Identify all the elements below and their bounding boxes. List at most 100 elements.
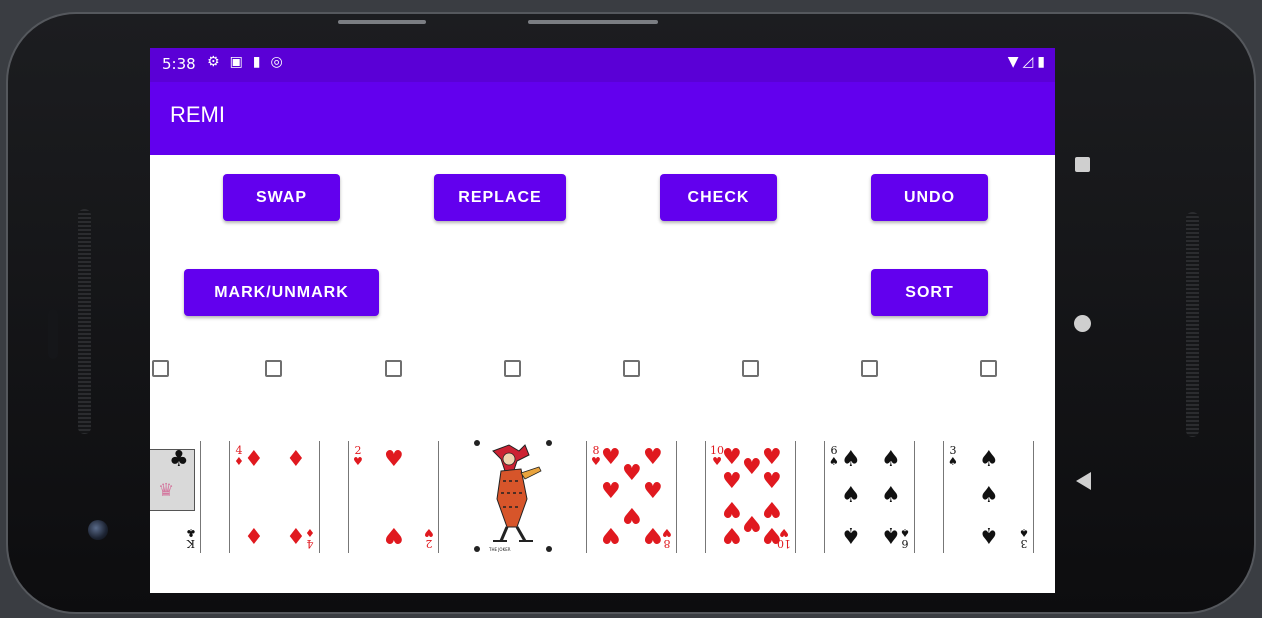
battery-icon: ▮ bbox=[1037, 54, 1045, 70]
left-speaker-grille bbox=[78, 209, 91, 434]
card-8-of-hearts[interactable]: 8 ♥ ♥ ♥ ♥ ♥ ♥ ♥ ♥ ♥ 8 ♥ bbox=[586, 441, 677, 553]
card-pip: ♥ bbox=[762, 496, 782, 521]
card-corner: 3 ♠ bbox=[948, 445, 958, 467]
card-pip: ♥ bbox=[622, 461, 642, 486]
card-pip: ♥ bbox=[762, 469, 782, 494]
card-4-of-diamonds[interactable]: 4 ♦ ♦ ♦ ♦ ♦ 4 ♦ bbox=[229, 441, 320, 553]
card-corner: K ♣ bbox=[186, 526, 196, 550]
card-suit: ♠ bbox=[829, 455, 839, 468]
card-suit: ♥ bbox=[353, 455, 363, 468]
card-3-of-spades[interactable]: 3 ♠ ♠ ♠ ♠ 3 ♠ bbox=[943, 441, 1034, 553]
card-pip: ♥ bbox=[384, 522, 404, 547]
card-suit: ♥ bbox=[662, 526, 672, 539]
signal-icon: ◿ bbox=[1022, 54, 1034, 70]
card-pip: ♥ bbox=[601, 479, 621, 504]
card-rank: 4 bbox=[306, 537, 314, 550]
card-corner: 6 ♠ bbox=[829, 445, 839, 467]
card-rank: 6 bbox=[901, 537, 909, 550]
card-pip: ♥ bbox=[762, 445, 782, 470]
card-pip: ♥ bbox=[742, 510, 762, 535]
crown-icon: ♛ bbox=[158, 480, 175, 501]
card-joker[interactable]: THE JOKER bbox=[467, 440, 558, 553]
card-checkbox-4[interactable] bbox=[504, 360, 521, 377]
card-pip: ♦ bbox=[244, 522, 264, 547]
undo-button[interactable]: UNDO bbox=[871, 174, 988, 221]
card-corner: 6 ♠ bbox=[900, 526, 910, 550]
sensor-slot bbox=[48, 309, 58, 359]
card-checkbox-6[interactable] bbox=[742, 360, 759, 377]
sync-icon: ◎ bbox=[270, 54, 283, 70]
card-corner: 2 ♥ bbox=[424, 526, 434, 550]
card-2-of-hearts[interactable]: 2 ♥ ♥ ♥ 2 ♥ bbox=[348, 441, 439, 553]
card-rank: 2 bbox=[425, 537, 433, 550]
power-button bbox=[528, 20, 658, 24]
check-button[interactable]: CHECK bbox=[660, 174, 777, 221]
card-corner: 8 ♥ bbox=[662, 526, 672, 550]
card-suit: ♦ bbox=[305, 526, 315, 539]
joker-caption: THE JOKER bbox=[489, 547, 511, 552]
home-circle-icon[interactable] bbox=[1074, 315, 1091, 332]
card-pip: ♥ bbox=[722, 445, 742, 470]
card-corner: 2 ♥ bbox=[353, 445, 363, 467]
card-rank: 10 bbox=[777, 537, 791, 550]
right-speaker-grille bbox=[1186, 212, 1199, 437]
status-time: 5:38 bbox=[162, 55, 196, 73]
front-camera bbox=[88, 520, 108, 540]
card-suit: ♠ bbox=[1019, 526, 1029, 539]
sd-card-icon: ▮ bbox=[252, 54, 261, 70]
card-suit: ♦ bbox=[234, 455, 244, 468]
card-checkbox-5[interactable] bbox=[623, 360, 640, 377]
card-6-of-spades[interactable]: 6 ♠ ♠ ♠ ♠ ♠ ♠ ♠ 6 ♠ bbox=[824, 441, 915, 553]
card-pip: ♥ bbox=[722, 496, 742, 521]
card-pip: ♠ bbox=[881, 522, 901, 547]
card-pip: ♦ bbox=[286, 522, 306, 547]
card-pip: ♦ bbox=[286, 447, 306, 472]
card-pip: ♠ bbox=[979, 522, 999, 547]
card-rank: 8 bbox=[663, 537, 671, 550]
card-suit: ♣ bbox=[186, 526, 196, 539]
card-pip: ♠ bbox=[881, 447, 901, 472]
sort-button[interactable]: SORT bbox=[871, 269, 988, 316]
card-suit: ♥ bbox=[424, 526, 434, 539]
photo-icon: ▣ bbox=[229, 54, 243, 70]
card-pip: ♥ bbox=[722, 522, 742, 547]
card-pip: ♥ bbox=[601, 445, 621, 470]
replace-button[interactable]: REPLACE bbox=[434, 174, 566, 221]
card-king-of-clubs[interactable]: ♛ ♣ K ♣ bbox=[150, 441, 201, 553]
status-bar: 5:38 ⚙ ▣ ▮ ◎ ▼ ◿ ▮ bbox=[150, 48, 1055, 82]
card-rank: 3 bbox=[1020, 537, 1028, 550]
card-checkbox-8[interactable] bbox=[980, 360, 997, 377]
card-pip: ♠ bbox=[979, 483, 999, 508]
card-suit: ♠ bbox=[900, 526, 910, 539]
gear-icon: ⚙ bbox=[207, 54, 220, 70]
wifi-icon: ▼ bbox=[1007, 54, 1019, 70]
card-pip: ♥ bbox=[742, 455, 762, 480]
card-suit: ♠ bbox=[948, 455, 958, 468]
card-checkbox-2[interactable] bbox=[265, 360, 282, 377]
card-checkbox-7[interactable] bbox=[861, 360, 878, 377]
card-pip: ♠ bbox=[881, 483, 901, 508]
card-pip: ♥ bbox=[601, 522, 621, 547]
card-corner: 8 ♥ bbox=[591, 445, 601, 467]
card-rank: K bbox=[186, 537, 196, 550]
volume-button bbox=[338, 20, 426, 24]
recents-square-icon[interactable] bbox=[1075, 157, 1090, 172]
mark-unmark-button[interactable]: MARK/UNMARK bbox=[184, 269, 379, 316]
card-pip: ♠ bbox=[979, 447, 999, 472]
app-title: REMI bbox=[170, 102, 225, 127]
card-corner: 3 ♠ bbox=[1019, 526, 1029, 550]
card-corner: 4 ♦ bbox=[305, 526, 315, 550]
card-pip: ♥ bbox=[622, 502, 642, 527]
card-10-of-hearts[interactable]: 10 ♥ ♥ ♥ ♥ ♥ ♥ ♥ ♥ ♥ ♥ ♥ 10 ♥ bbox=[705, 441, 796, 553]
back-triangle-icon[interactable] bbox=[1076, 472, 1091, 490]
swap-button[interactable]: SWAP bbox=[223, 174, 340, 221]
card-pip: ♠ bbox=[841, 522, 861, 547]
card-pip: ♥ bbox=[643, 522, 663, 547]
joker-illustration bbox=[474, 440, 552, 552]
card-checkbox-1[interactable] bbox=[152, 360, 169, 377]
device-screen: 5:38 ⚙ ▣ ▮ ◎ ▼ ◿ ▮ REMI SWAP REPLACE CHE… bbox=[150, 48, 1055, 593]
card-suit: ♥ bbox=[779, 526, 789, 539]
app-bar: REMI bbox=[150, 82, 1055, 155]
card-checkbox-3[interactable] bbox=[385, 360, 402, 377]
card-pip: ♦ bbox=[244, 447, 264, 472]
